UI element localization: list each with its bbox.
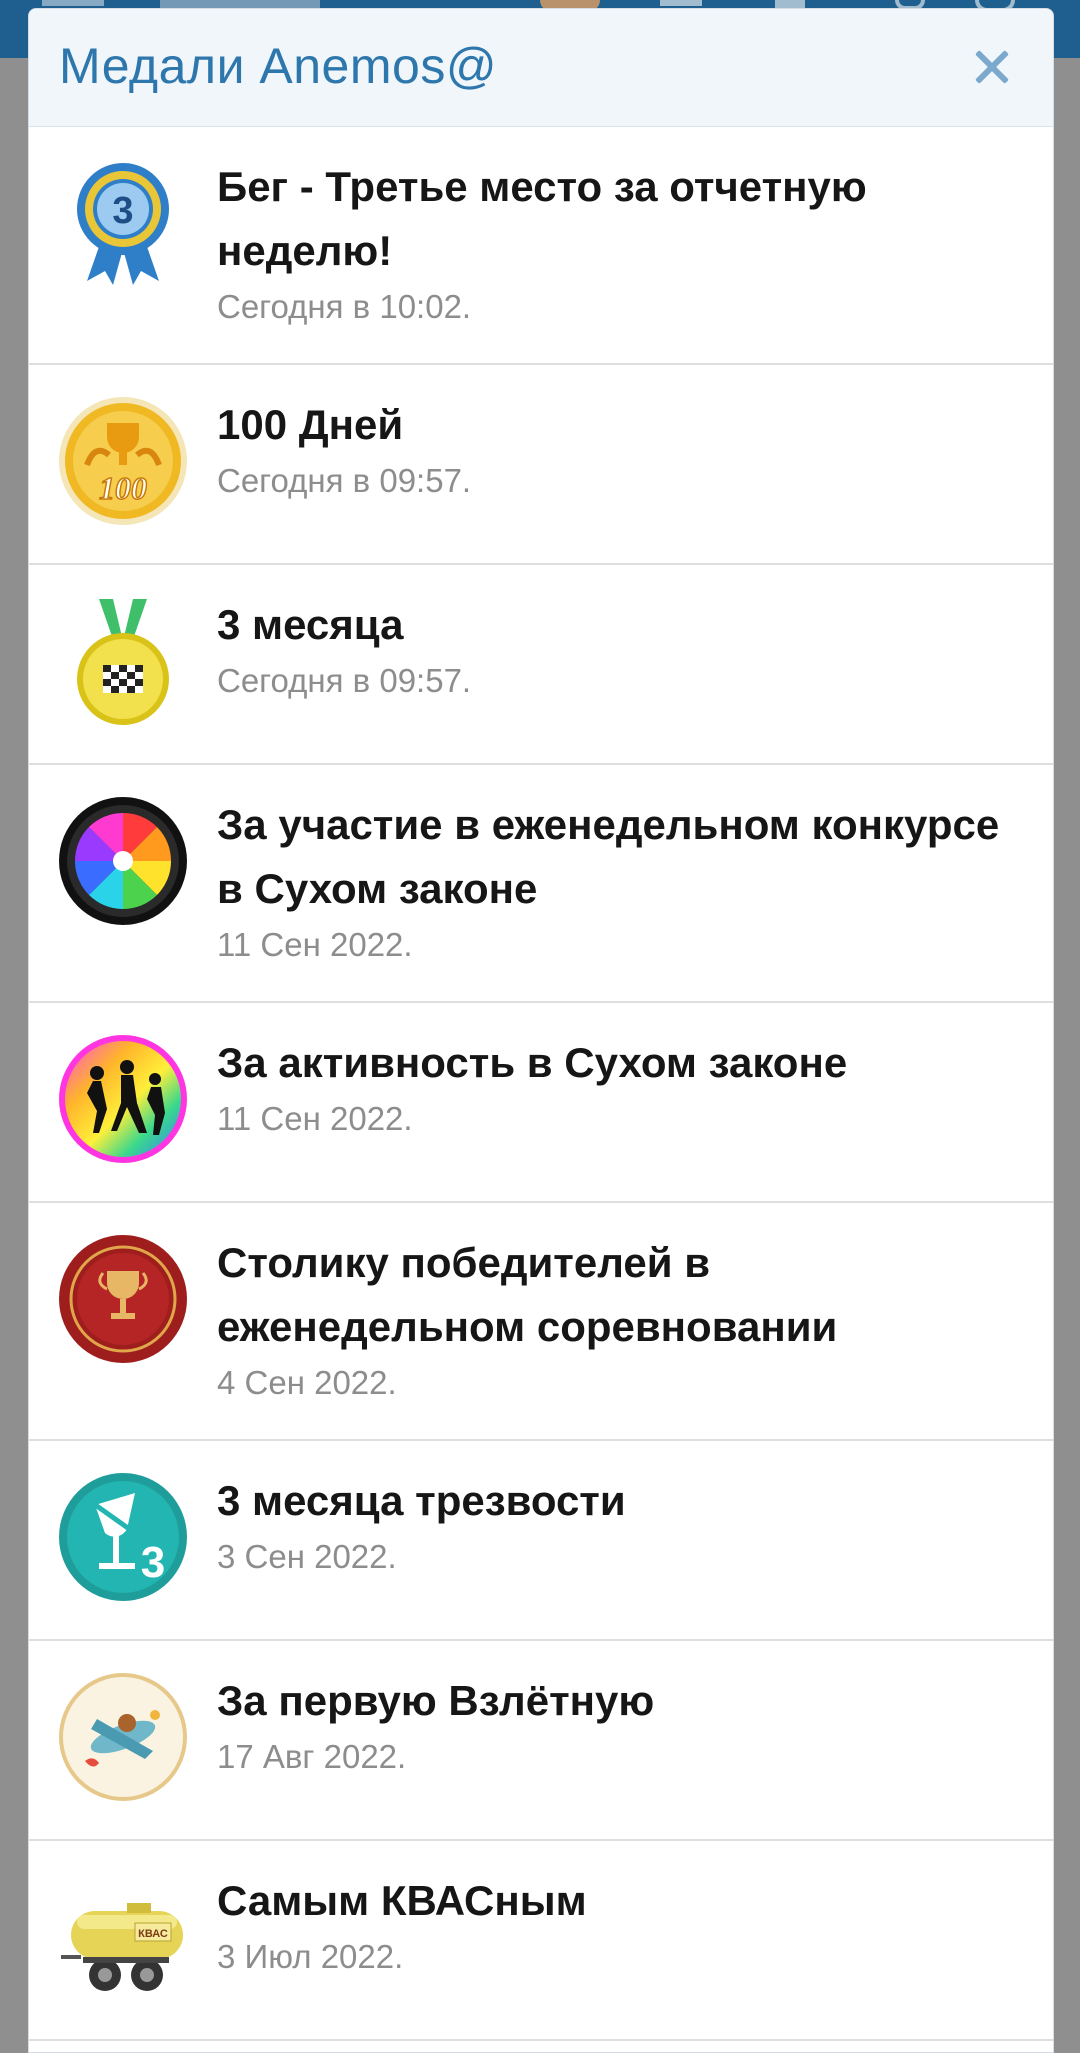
list-item[interactable]: 3 3 месяца трезвости 3 Сен 2022. <box>29 1441 1053 1641</box>
menu-icon <box>42 0 104 6</box>
third-place-ribbon-icon: 3 <box>57 157 189 289</box>
kvass-tank-icon: КВАС <box>57 1871 189 2003</box>
bell-icon <box>775 0 805 8</box>
medal-title: 100 Дней <box>217 401 404 448</box>
list-item[interactable]: КВАС Самым КВАСным 3 Июл 2022. <box>29 1841 1053 2041</box>
dancers-icon <box>57 1033 189 1165</box>
list-item[interactable]: 3 месяца Сегодня в 09:57. <box>29 565 1053 765</box>
third-place-number: 3 <box>112 190 133 232</box>
glass-3-icon: 3 <box>57 1471 189 1603</box>
medal-title: Самым КВАСным <box>217 1877 587 1924</box>
medals-list: 3 Бег - Третье место за отчетную неделю!… <box>29 127 1053 2041</box>
gold-100-days-icon: 100 <box>57 395 189 527</box>
airplane-icon <box>57 1671 189 1803</box>
glass-number: 3 <box>141 1538 165 1587</box>
list-item[interactable]: За активность в Сухом законе 11 Сен 2022… <box>29 1003 1053 1203</box>
medal-date: 4 Сен 2022. <box>217 1364 397 1401</box>
medal-title: За активность в Сухом законе <box>217 1039 848 1086</box>
medal-date: 17 Авг 2022. <box>217 1738 407 1775</box>
medal-date: Сегодня в 09:57. <box>217 462 472 499</box>
medal-date: Сегодня в 10:02. <box>217 288 472 325</box>
checkered-medal-icon <box>57 595 189 727</box>
medal-date: 11 Сен 2022. <box>217 926 413 963</box>
dialog-header: Медали Anemos@ <box>29 9 1053 127</box>
close-button[interactable] <box>967 41 1017 91</box>
list-item[interactable]: За первую Взлётную 17 Авг 2022. <box>29 1641 1053 1841</box>
list-item[interactable]: Столику победителей в еженедельном сорев… <box>29 1203 1053 1441</box>
medal-title: За участие в еженедельном конкурсе в Сух… <box>217 801 1000 912</box>
medal-date: Сегодня в 09:57. <box>217 662 472 699</box>
medal-date: 3 Сен 2022. <box>217 1538 397 1575</box>
medal-date: 3 Июл 2022. <box>217 1938 404 1975</box>
trophy-icon <box>57 1233 189 1365</box>
list-item[interactable]: 3 Бег - Третье место за отчетную неделю!… <box>29 127 1053 365</box>
hundred-number: 100 <box>99 470 147 506</box>
dialog-title: Медали Anemos@ <box>59 38 498 94</box>
medal-title: Столику победителей в еженедельном сорев… <box>217 1239 838 1350</box>
mail-icon <box>660 0 702 6</box>
rainbow-wheel-icon <box>57 795 189 927</box>
medal-title: За первую Взлётную <box>217 1677 655 1724</box>
medal-title: Бег - Третье место за отчетную неделю! <box>217 163 867 274</box>
medal-title: 3 месяца <box>217 601 404 648</box>
medal-date: 11 Сен 2022. <box>217 1100 413 1137</box>
kvass-label: КВАС <box>138 1928 168 1940</box>
list-item[interactable]: 100 100 Дней Сегодня в 09:57. <box>29 365 1053 565</box>
medals-dialog: Медали Anemos@ 3 Бег - Третье место за о… <box>28 8 1054 2053</box>
list-item[interactable]: За участие в еженедельном конкурсе в Сух… <box>29 765 1053 1003</box>
medal-title: 3 месяца трезвости <box>217 1477 626 1524</box>
